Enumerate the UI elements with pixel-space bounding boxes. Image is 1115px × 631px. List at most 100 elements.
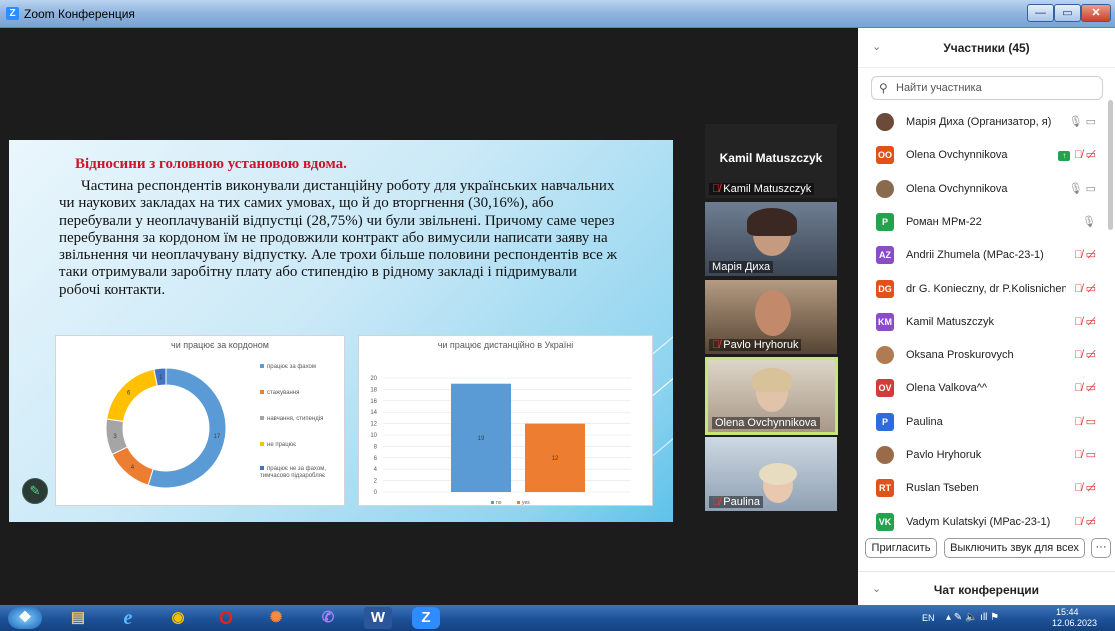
y-tick-label: 16 [370, 399, 377, 405]
participant-name: Olena Ovchynnikova [906, 149, 1008, 162]
start-button[interactable]: ❖ [8, 607, 42, 629]
mic-video-icon: 🎙 ▭ [1068, 116, 1096, 128]
y-tick-label: 20 [370, 376, 377, 382]
participant-row[interactable]: Olena Ovchynnikova 🎙 ▭ [858, 173, 1106, 206]
y-tick-label: 2 [374, 479, 378, 485]
participant-row[interactable]: AZ Andrii Zhumela (МРас-23-1) 🎙̸ ▭̸ [858, 239, 1106, 272]
tile-name: 🎙̸ Pavlo Hryhoruk [709, 339, 802, 351]
internet-explorer-icon[interactable]: e [112, 607, 144, 629]
chat-header: ⌄ Чат конференции [858, 571, 1115, 605]
donut-chart: чи працює за кордоном 17 4 3 6 1 працює за ф… [55, 335, 345, 506]
language-indicator[interactable]: EN [922, 613, 935, 623]
video-tile-kamil[interactable]: Kamil Matuszczyk 🎙̸ Kamil Matuszczyk [705, 124, 837, 198]
participant-row[interactable]: Oksana Proskurovych 🎙̸ ▭̸ [858, 339, 1106, 372]
mic-video-icon: 🎙̸ ▭̸ [1074, 482, 1096, 495]
annotate-pencil-icon[interactable]: ✎ [22, 478, 48, 504]
participant-row[interactable]: DG dr G. Konieczny, dr P.Kolisnichenko 🎙̸ … [858, 273, 1106, 306]
tile-name: 🎙̸ Kamil Matuszczyk [709, 183, 815, 195]
participant-status-icons[interactable]: 🎙 ▭ [1069, 182, 1096, 195]
participant-status-icons[interactable]: 🎙̸ ▭̸ [1074, 248, 1096, 261]
more-options-button[interactable]: ··· [1091, 538, 1111, 558]
participant-video [759, 463, 797, 485]
avatar [876, 346, 894, 365]
chat-title: Чат конференции [933, 583, 1040, 597]
video-tile-olena-active-speaker[interactable]: Olena Ovchynnikova [705, 357, 838, 435]
mute-all-button[interactable]: Выключить звук для всех [944, 538, 1085, 558]
participant-row[interactable]: OO Olena Ovchynnikova ↑ 🎙̸ ▭̸ [858, 139, 1106, 172]
tile-name-label: Kamil Matuszczyk [723, 183, 812, 195]
participant-name: Ruslan Tseben [906, 482, 979, 495]
y-tick-label: 6 [374, 456, 378, 462]
legend-swatch [260, 442, 264, 447]
participant-row[interactable]: P Роман МРм-22 🎙 [858, 206, 1106, 239]
zoom-taskbar-icon[interactable]: Z [412, 607, 440, 629]
participant-name: Paulina [906, 415, 943, 428]
legend-swatch [260, 390, 264, 395]
tile-name: 🎙̸ Paulina [709, 496, 763, 508]
chrome-icon[interactable]: ◉ [162, 607, 194, 629]
video-tile-maria[interactable]: Марія Диха [705, 202, 837, 276]
avatar: P [876, 412, 894, 431]
tile-name-label: Paulina [723, 496, 760, 508]
minimize-button[interactable]: — [1027, 4, 1054, 22]
mic-video-icon: 🎙̸ ▭̸ [1074, 382, 1096, 395]
opera-icon[interactable]: O [210, 607, 242, 629]
pie-slice [106, 368, 158, 423]
participant-name: Vadym Kulatskyi (МРас-23-1) [906, 515, 1051, 528]
participant-row[interactable]: P Paulina 🎙̸ ▭ [858, 406, 1106, 439]
participants-scrollbar[interactable] [1108, 100, 1113, 230]
participant-row[interactable]: OV Olena Valkova^^ 🎙̸ ▭̸ [858, 372, 1106, 405]
avatar [876, 446, 894, 464]
bar-chart: чи працює дистанційно в Україні 20 18 16 14… [358, 335, 653, 506]
participant-name: Kamil Matuszczyk [906, 315, 995, 328]
participant-row[interactable]: RT Ruslan Tseben 🎙̸ ▭̸ [858, 472, 1106, 505]
participant-status-icons[interactable]: 🎙̸ ▭ [1074, 448, 1096, 461]
file-explorer-icon[interactable]: ▤ [62, 607, 94, 629]
legend-item: навчання, стипендія [260, 416, 342, 423]
video-tile-pavlo[interactable]: 🎙̸ Pavlo Hryhoruk [705, 280, 837, 354]
participant-status-icons[interactable]: 🎙̸ ▭̸ [1074, 515, 1096, 528]
participant-status-icons[interactable]: ↑ 🎙̸ ▭̸ [1058, 148, 1096, 162]
participant-name: Andrii Zhumela (МРас-23-1) [906, 249, 1044, 262]
participant-search-input[interactable]: ⚲ Найти участника [871, 76, 1103, 100]
maximize-button[interactable]: ▭ [1054, 4, 1081, 22]
participant-status-icons[interactable]: 🎙̸ ▭̸ [1074, 481, 1096, 494]
participant-status-icons[interactable]: 🎙̸ ▭̸ [1074, 315, 1096, 328]
y-tick-label: 18 [370, 387, 377, 393]
tray-icons[interactable]: ▴ ✎ 🔈 ıll ⚑ [946, 612, 999, 623]
participant-status-icons[interactable]: 🎙̸ ▭̸ [1074, 381, 1096, 394]
donut-chart-svg: 174361 [105, 367, 227, 489]
legend-item: стажування [260, 390, 342, 397]
mic-video-icon: 🎙̸ ▭̸ [1074, 349, 1096, 362]
participant-row[interactable]: KM Kamil Matuszczyk 🎙̸ ▭̸ [858, 306, 1106, 339]
y-tick-label: 14 [370, 410, 377, 416]
tile-name-label: Pavlo Hryhoruk [723, 339, 799, 351]
mic-video-icon: 🎙̸ ▭ [1074, 449, 1096, 461]
participant-status-icons[interactable]: 🎙̸ ▭ [1074, 415, 1096, 428]
close-button[interactable]: ✕ [1081, 4, 1111, 22]
legend-label: no [496, 500, 502, 506]
legend-label: працює за фахом [267, 364, 317, 370]
word-icon[interactable]: W [364, 607, 392, 629]
y-tick-label: 8 [374, 444, 378, 450]
participant-name: Роман МРм-22 [906, 215, 982, 228]
participant-status-icons[interactable]: 🎙̸ ▭̸ [1074, 282, 1096, 295]
legend-item: не працює [260, 442, 342, 449]
participant-row[interactable]: Pavlo Hryhoruk 🎙̸ ▭ [858, 439, 1106, 472]
mic-video-icon: 🎙 [1082, 215, 1096, 228]
invite-button[interactable]: Пригласить [865, 538, 937, 558]
participant-status-icons[interactable]: 🎙 [1082, 215, 1096, 228]
window-title: Zoom Конференция [24, 7, 135, 21]
avatar: OV [876, 379, 894, 398]
participant-row[interactable]: Марія Диха (Организатор, я) 🎙 ▭ [858, 106, 1106, 139]
video-tile-paulina[interactable]: 🎙̸ Paulina [705, 437, 837, 511]
participants-panel: ⌄ Участники (45) ⚲ Найти участника Марія… [858, 28, 1115, 605]
participant-status-icons[interactable]: 🎙̸ ▭̸ [1074, 348, 1096, 361]
participant-row[interactable]: VK Vadym Kulatskyi (МРас-23-1) 🎙̸ ▭̸ [858, 506, 1106, 539]
participant-status-icons[interactable]: 🎙 ▭ [1069, 115, 1096, 128]
app-icon[interactable]: ✺ [260, 607, 292, 629]
legend-label: стажування [267, 390, 300, 396]
viber-icon[interactable]: ✆ [312, 607, 344, 629]
clock-time: 15:44 [1056, 607, 1079, 617]
avatar: P [876, 212, 894, 231]
